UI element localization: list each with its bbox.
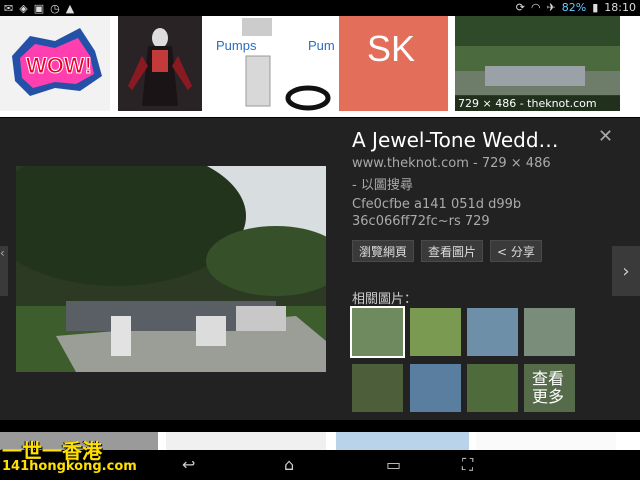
thumbnail-wow[interactable]: WOW! [0,16,110,111]
status-bar: ✉ ◈ ▣ ◷ ▲ ⟳ ◠ ✈ 82% ▮ 18:10 [0,0,640,16]
visit-page-button[interactable]: 瀏覽網頁 [352,240,415,262]
thumbnail-strip: WOW! Pumps Pumps SK [0,16,640,117]
home-icon[interactable]: ⌂ [284,455,294,474]
see-more-label-1: 查看 [532,369,565,388]
related-image[interactable] [352,364,403,412]
thumbnail-pumps[interactable]: Pumps Pumps [208,16,334,111]
figure-graphic [118,16,202,111]
thumbnail-dark-figure[interactable] [118,16,202,111]
battery-level: 82% [561,1,587,14]
hash-line-1: Cfe0cfbe a141 051d d99b [352,197,522,212]
action-buttons: 瀏覽網頁 查看圖片 < 分享 [352,240,542,262]
search-by-image-link[interactable]: - 以圖搜尋 [352,174,413,193]
recent-apps-icon[interactable]: ▭ [386,455,401,474]
related-image[interactable] [467,308,518,356]
share-button[interactable]: < 分享 [490,240,542,262]
image-detail-panel: ‹ › A Jewel-Tone Wedd… ✕ www.theknot.com… [0,118,640,420]
sk-text: SK [367,28,416,69]
notification-icon: ✉ [4,2,14,15]
pumps-text-2: Pumps [308,38,334,53]
hash-line-2: 36c066ff72fc~rs 729 [352,214,490,229]
image-hash: Cfe0cfbe a141 051d d99b 36c066ff72fc~rs … [352,196,552,230]
pumps-text: Pumps [216,38,257,53]
watermark-logo: 一世一香港 141hongkong.com [0,435,160,480]
wow-text: WOW! [26,53,92,78]
image-source[interactable]: www.theknot.com - 729 × 486 [352,156,551,171]
wedding-photo [16,166,326,372]
thumbnail-wedding-selected[interactable]: 729 × 486 - theknot.com [455,16,620,111]
back-icon[interactable]: ↩ [182,455,195,474]
bottom-thumbnail[interactable] [166,432,326,450]
chevron-right-icon: › [622,260,630,282]
wifi-icon: ◠ [530,1,541,14]
thumbnail-sk[interactable]: SK [339,16,448,111]
screen: ✉ ◈ ▣ ◷ ▲ ⟳ ◠ ✈ 82% ▮ 18:10 WOW! Pumps P… [0,0,640,480]
see-more-button[interactable]: 查看 更多 [524,364,575,412]
image-title[interactable]: A Jewel-Tone Wedd… [352,128,592,152]
wow-graphic: WOW! [12,28,102,96]
close-icon[interactable]: ✕ [598,126,613,147]
thumbnail-caption: 729 × 486 - theknot.com [455,95,620,111]
image-icon: ▣ [33,2,45,15]
airplane-icon: ✈ [546,1,556,14]
battery-icon: ▮ [592,1,599,14]
related-image[interactable] [350,306,405,358]
clock-icon: ◷ [50,2,60,15]
preview-image[interactable] [16,166,326,372]
bottom-thumbnail[interactable] [336,432,469,450]
pumps-graphic: Pumps Pumps [216,18,334,111]
next-image-button[interactable]: › [612,246,640,296]
previous-image-button[interactable]: ‹ [0,246,8,296]
sync-icon: ⟳ [515,1,525,14]
chevron-left-icon: ‹ [0,246,5,260]
see-more-label-2: 更多 [532,387,565,406]
bottom-thumbnail[interactable] [476,432,616,450]
warning-icon: ▲ [65,2,75,15]
screenshot-icon[interactable]: ⛶ [462,455,473,475]
watermark-line-2: 141hongkong.com [2,459,137,474]
view-image-button[interactable]: 查看圖片 [421,240,484,262]
related-images-label: 相關圖片： [352,292,418,307]
shield-icon: ◈ [19,2,28,15]
related-image[interactable] [524,308,575,356]
related-image[interactable] [410,308,461,356]
clock-time: 18:10 [604,1,636,14]
related-image[interactable] [467,364,518,412]
related-image[interactable] [410,364,461,412]
